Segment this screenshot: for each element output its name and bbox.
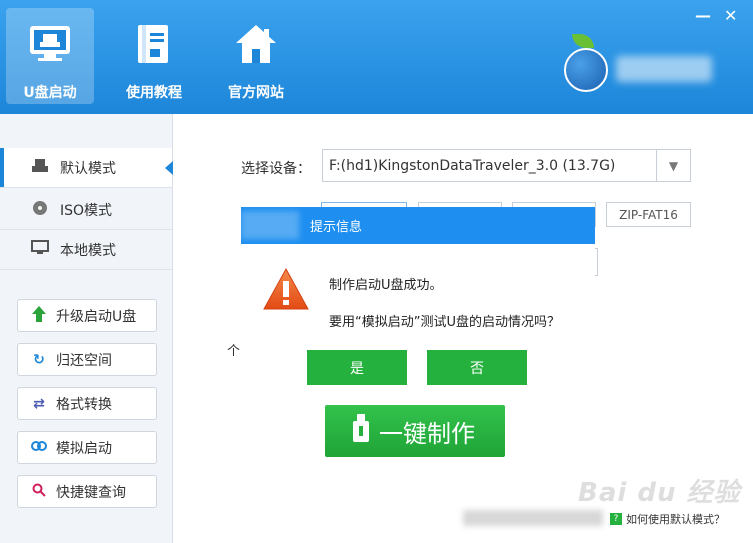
simulate-boot-button[interactable]: 模拟启动	[17, 431, 157, 464]
tutorial-tab[interactable]: 使用教程	[110, 8, 198, 104]
blurred-footer-text	[463, 510, 603, 526]
zip-fat16-option[interactable]: ZIP-FAT16	[606, 202, 691, 227]
watermark: Bai du 经验	[578, 478, 741, 508]
restore-space-button[interactable]: ↻ 归还空间	[17, 343, 157, 376]
swap-icon: ⇄	[33, 395, 45, 412]
mode-default[interactable]: 默认模式	[0, 148, 173, 188]
mode-default-label: 默认模式	[60, 160, 116, 177]
format-convert-label: 格式转换	[56, 396, 112, 413]
one-click-make-label: 一键制作	[379, 419, 475, 448]
yes-button[interactable]: 是	[307, 350, 407, 385]
search-icon	[30, 483, 48, 501]
usb-device-icon	[30, 158, 50, 178]
arrow-up-icon	[30, 305, 48, 326]
mode-iso[interactable]: ISO模式	[0, 190, 172, 230]
mode-local-label: 本地模式	[60, 242, 116, 259]
one-click-make-button[interactable]: 一键制作	[325, 405, 505, 457]
warning-icon	[262, 267, 310, 315]
help-icon: ?	[610, 513, 622, 525]
help-link[interactable]: ? 如何使用默认模式？	[610, 511, 725, 527]
dialog-title: 提示信息	[310, 220, 363, 235]
close-button[interactable]: ✕	[724, 8, 737, 24]
dialog-message-line1: 制作启动U盘成功。	[329, 278, 443, 293]
no-button[interactable]: 否	[427, 350, 527, 385]
format-convert-button[interactable]: ⇄ 格式转换	[17, 387, 157, 420]
sidebar: 默认模式 ISO模式 本地模式 升级启动U盘 ↻ 归还空间 ⇄ 格式转换 模拟启…	[0, 114, 173, 543]
mode-iso-label: ISO模式	[60, 202, 113, 219]
book-icon	[132, 22, 176, 66]
usb-boot-tab-label: U盘启动	[23, 85, 77, 101]
brand-logo	[560, 30, 720, 100]
disc-icon	[30, 200, 50, 220]
device-label: 选择设备：	[241, 161, 311, 177]
header-bar: U盘启动 使用教程 官方网站 — ✕	[0, 0, 753, 114]
dialog-message-line2: 要用“模拟启动”测试U盘的启动情况吗？	[329, 315, 560, 330]
link-icon	[30, 439, 48, 457]
tutorial-tab-label: 使用教程	[126, 85, 182, 101]
partial-label: 个	[227, 344, 241, 359]
official-site-tab[interactable]: 官方网站	[212, 8, 300, 104]
upgrade-usb-label: 升级启动U盘	[56, 308, 137, 325]
device-select-value: F:(hd1)KingstonDataTraveler_3.0 (13.7G)	[329, 157, 616, 174]
usb-boot-tab[interactable]: U盘启动	[6, 8, 94, 104]
mode-local[interactable]: 本地模式	[0, 230, 172, 270]
hotkey-query-button[interactable]: 快捷键查询	[17, 475, 157, 508]
device-select[interactable]: F:(hd1)KingstonDataTraveler_3.0 (13.7G) …	[322, 149, 691, 182]
monitor-icon	[30, 239, 50, 260]
hotkey-query-label: 快捷键查询	[56, 484, 126, 501]
chevron-down-icon[interactable]: ▼	[656, 150, 690, 181]
official-site-tab-label: 官方网站	[228, 85, 284, 101]
home-icon	[234, 22, 278, 66]
usb-stick-icon	[353, 414, 369, 448]
restore-space-label: 归还空间	[56, 352, 112, 369]
upgrade-usb-button[interactable]: 升级启动U盘	[17, 299, 157, 332]
refresh-icon: ↻	[33, 351, 45, 368]
usb-drive-icon	[28, 22, 72, 66]
help-link-label: 如何使用默认模式？	[626, 513, 725, 526]
minimize-button[interactable]: —	[695, 8, 711, 24]
simulate-boot-label: 模拟启动	[56, 440, 112, 457]
dialog-title-bar: 提示信息	[241, 207, 595, 244]
